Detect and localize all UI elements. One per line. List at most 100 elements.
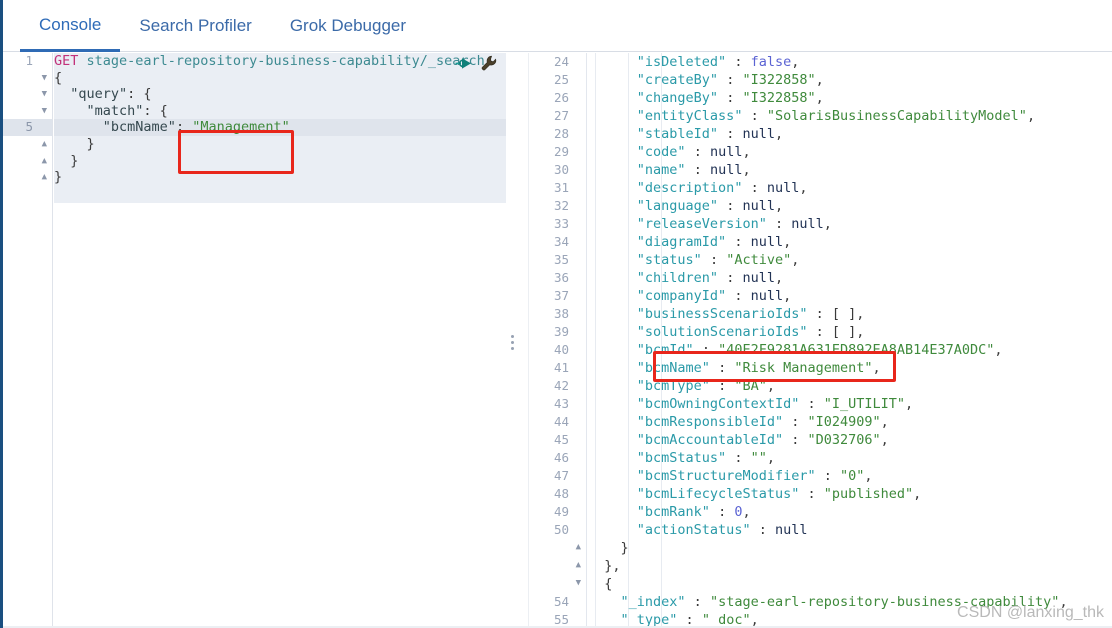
response-code-line[interactable]: "bcmResponsibleId" : "I024909",	[588, 413, 1112, 431]
fold-expand-icon[interactable]: ▲	[42, 153, 47, 170]
response-code-line[interactable]: "bcmAccountableId" : "D032706",	[588, 431, 1112, 449]
response-code-line[interactable]: "bcmName" : "Risk Management",	[588, 359, 1112, 377]
request-code-line[interactable]: GET stage-earl-repository-business-capab…	[54, 53, 506, 70]
code-token: :	[799, 396, 824, 412]
response-line-number: 54	[553, 594, 569, 609]
response-code-line[interactable]: "language" : null,	[588, 197, 1112, 215]
fold-collapse-icon[interactable]: ▼	[576, 575, 581, 592]
fold-collapse-icon[interactable]: ▼	[42, 103, 47, 120]
request-action-buttons[interactable]	[455, 55, 497, 76]
response-code-line[interactable]: "bcmLifecycleStatus" : "published",	[588, 485, 1112, 503]
response-code-line[interactable]: {	[588, 575, 1112, 593]
code-token: },	[588, 558, 621, 574]
response-code-line[interactable]: "description" : null,	[588, 179, 1112, 197]
left-navigation-rail	[0, 0, 3, 628]
request-code-line[interactable]: }	[54, 169, 506, 186]
response-line-number: 44	[553, 414, 569, 429]
code-token: "status"	[636, 252, 702, 268]
tab-search-profiler[interactable]: Search Profiler	[120, 0, 270, 52]
code-token: ,	[791, 252, 800, 268]
response-code-line[interactable]: "diagramId" : null,	[588, 233, 1112, 251]
request-code-line[interactable]: }	[54, 153, 506, 170]
request-code-area[interactable]: GET stage-earl-repository-business-capab…	[54, 53, 506, 203]
code-token: "children"	[636, 270, 719, 286]
request-code-line[interactable]: "bcmName": "Management"	[54, 119, 506, 136]
fold-expand-icon[interactable]: ▲	[42, 136, 47, 153]
response-code-line[interactable]: "companyId" : null,	[588, 287, 1112, 305]
response-code-line[interactable]: "changeBy" : "I322858",	[588, 89, 1112, 107]
response-code-line[interactable]: "bcmStatus" : "",	[588, 449, 1112, 467]
response-editor-pane[interactable]: 24 25 26 27 28 29 30 31 32 33 34 35 36 37 38 39 40 41 42 43…	[528, 53, 1112, 628]
fold-collapse-icon[interactable]: ▼	[42, 86, 47, 103]
code-token: :	[726, 450, 751, 466]
code-token: }	[54, 169, 63, 186]
request-line-number: ▲	[3, 169, 52, 186]
code-token: "entityClass"	[636, 108, 743, 124]
response-code-line[interactable]: "entityClass" : "SolarisBusinessCapabili…	[588, 107, 1112, 125]
response-line-number: 26	[553, 90, 569, 105]
tab-console[interactable]: Console	[20, 0, 121, 52]
response-code-line[interactable]: },	[588, 557, 1112, 575]
response-code-line[interactable]: "stableId" : null,	[588, 125, 1112, 143]
response-code-line[interactable]: "isDeleted" : false,	[588, 53, 1112, 71]
request-options-wrench-icon[interactable]	[481, 55, 497, 76]
request-code-line[interactable]: }	[54, 136, 506, 153]
request-editor-pane[interactable]: 1 ▼ ▼ ▼ 5 ▲ ▲ ▲ GET stage-earl-repository-busin…	[3, 53, 506, 628]
tab-grok-debugger[interactable]: Grok Debugger	[271, 0, 425, 52]
pane-splitter-handle[interactable]	[506, 53, 528, 628]
response-line-number: 48	[553, 486, 569, 501]
response-code-line[interactable]: "releaseVersion" : null,	[588, 215, 1112, 233]
request-code-line[interactable]: {	[54, 70, 506, 87]
response-code-area[interactable]: "isDeleted" : false, "createBy" : "I3228…	[588, 53, 1112, 628]
response-line-number: 45	[553, 432, 569, 447]
request-code-line[interactable]: "query": {	[54, 86, 506, 103]
fold-collapse-icon[interactable]: ▼	[42, 70, 47, 87]
code-token: "_index"	[620, 594, 686, 610]
code-token: "bcmOwningContextId"	[636, 396, 800, 412]
response-code-line[interactable]: "code" : null,	[588, 143, 1112, 161]
response-code-line[interactable]: "name" : null,	[588, 161, 1112, 179]
code-token: : {	[143, 102, 168, 119]
response-code-line[interactable]: "businessScenarioIds" : [ ],	[588, 305, 1112, 323]
response-code-line[interactable]: "actionStatus" : null	[588, 521, 1112, 539]
request-line-number: ▲	[3, 153, 52, 170]
response-code-line[interactable]: "bcmOwningContextId" : "I_UTILIT",	[588, 395, 1112, 413]
request-code-line[interactable]: "match": {	[54, 103, 506, 120]
response-code-line[interactable]: "bcmStructureModifier" : "0",	[588, 467, 1112, 485]
code-token: false	[750, 54, 792, 70]
response-line-number: 49	[553, 504, 569, 519]
send-request-play-icon[interactable]	[455, 56, 472, 76]
fold-expand-icon[interactable]: ▲	[576, 539, 581, 556]
response-code-line[interactable]: "bcmId" : "40E2F9281A631ED892EA8AB14E37A…	[588, 341, 1112, 359]
response-code-line[interactable]: "bcmRank" : 0,	[588, 503, 1112, 521]
response-code-line[interactable]: }	[588, 539, 1112, 557]
response-line-number: 29	[553, 144, 569, 159]
fold-expand-icon[interactable]: ▲	[576, 557, 581, 574]
response-code-line[interactable]: "status" : "Active",	[588, 251, 1112, 269]
code-token: }	[54, 152, 79, 169]
csdn-watermark: CSDN @lanxing_thk	[957, 604, 1104, 621]
code-token: ,	[815, 72, 824, 88]
code-token: :	[718, 126, 743, 142]
code-token: "name"	[636, 162, 686, 178]
fold-expand-icon[interactable]: ▲	[42, 169, 47, 186]
response-code-line[interactable]: "createBy" : "I322858",	[588, 71, 1112, 89]
code-token: ,	[994, 342, 1003, 358]
code-token: ,	[742, 144, 751, 160]
code-token: ,	[783, 234, 792, 250]
response-code-line[interactable]: "children" : null,	[588, 269, 1112, 287]
code-token: "companyId"	[636, 288, 727, 304]
response-code-line[interactable]: "bcmType" : "BA",	[588, 377, 1112, 395]
response-code-line[interactable]: "solutionScenarioIds" : [ ],	[588, 323, 1112, 341]
code-token: :	[726, 288, 751, 304]
